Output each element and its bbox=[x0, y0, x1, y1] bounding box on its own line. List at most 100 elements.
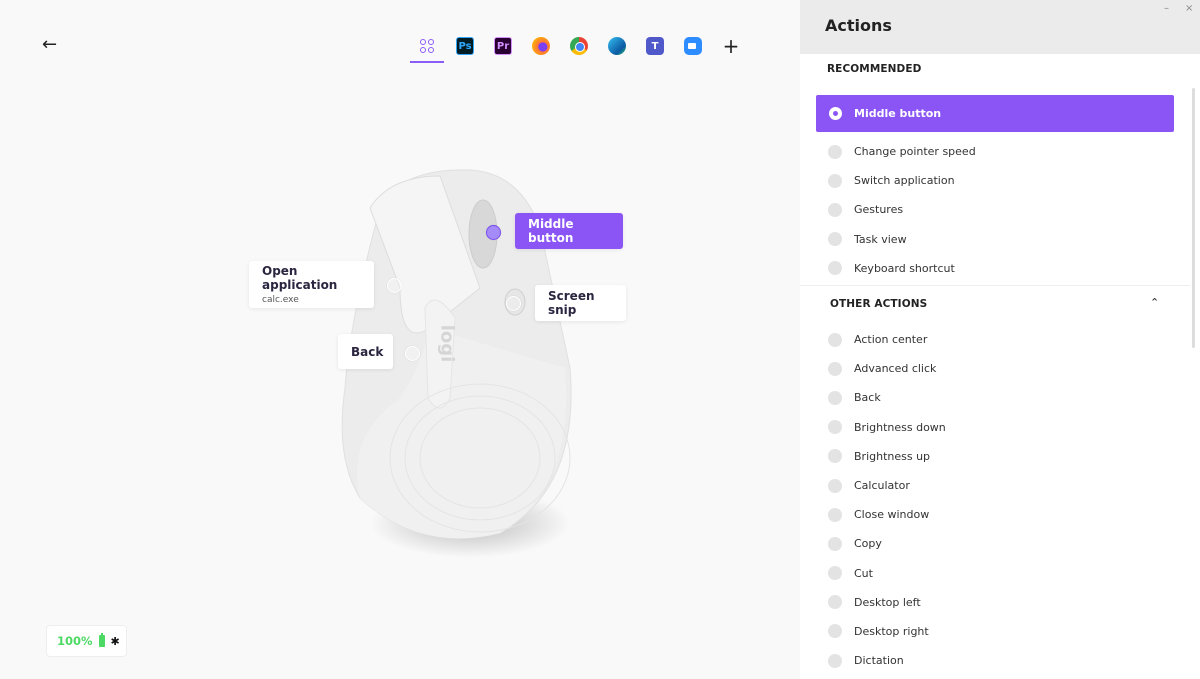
firefox-icon bbox=[532, 37, 550, 55]
battery-icon bbox=[98, 633, 105, 647]
callout-label: Back bbox=[351, 344, 384, 359]
top-button-hotspot[interactable] bbox=[506, 296, 521, 311]
actions-panel: Actions – × RECOMMENDED Middle button Ch… bbox=[800, 0, 1200, 679]
chrome-icon bbox=[570, 37, 588, 55]
action-item[interactable]: Calculator bbox=[828, 471, 1168, 500]
radio-icon bbox=[828, 420, 842, 435]
action-item[interactable]: Keyboard shortcut bbox=[828, 254, 1168, 283]
action-label: Action center bbox=[854, 333, 928, 347]
radio-icon bbox=[828, 361, 842, 376]
action-label: Task view bbox=[854, 232, 907, 246]
application-bar: Ps Pr T + bbox=[408, 30, 750, 63]
action-item[interactable]: Switch application bbox=[828, 166, 1168, 195]
action-label: Desktop left bbox=[854, 595, 921, 609]
action-label: Switch application bbox=[854, 174, 955, 188]
logi-logo: logi bbox=[436, 324, 458, 363]
action-label: Brightness up bbox=[854, 449, 931, 463]
zoom-icon bbox=[684, 37, 702, 55]
radio-icon bbox=[828, 653, 842, 668]
action-item[interactable]: Brightness down bbox=[828, 413, 1168, 442]
app-all-applications[interactable] bbox=[408, 30, 446, 63]
panel-title: Actions bbox=[825, 16, 892, 35]
action-label: Gestures bbox=[854, 203, 904, 217]
action-label: Close window bbox=[854, 508, 930, 522]
radio-icon bbox=[828, 507, 842, 522]
battery-status: 100% ✱ bbox=[46, 625, 127, 657]
action-item[interactable]: Dictation bbox=[828, 646, 1168, 675]
action-label: Advanced click bbox=[854, 362, 937, 376]
action-middle-button[interactable]: Middle button bbox=[816, 95, 1174, 132]
radio-icon bbox=[828, 144, 842, 159]
app-zoom[interactable] bbox=[674, 30, 712, 62]
app-firefox[interactable] bbox=[522, 30, 560, 62]
app-teams[interactable]: T bbox=[636, 30, 674, 62]
radio-icon bbox=[828, 261, 842, 276]
radio-icon bbox=[828, 449, 842, 464]
action-item[interactable]: Cut bbox=[828, 559, 1168, 588]
middle-button-callout[interactable]: Middle button bbox=[515, 213, 623, 249]
app-edge[interactable] bbox=[598, 30, 636, 62]
back-arrow-icon[interactable]: ← bbox=[42, 34, 57, 55]
other-actions-header: OTHER ACTIONS bbox=[830, 298, 928, 310]
back-button-hotspot[interactable] bbox=[405, 346, 420, 361]
callout-label: Open application bbox=[262, 264, 338, 292]
middle-button-hotspot[interactable] bbox=[486, 225, 501, 240]
action-item[interactable]: Task view bbox=[828, 225, 1168, 254]
callout-label: Middle button bbox=[528, 217, 574, 245]
radio-icon bbox=[828, 332, 842, 347]
other-actions-list: Action center Advanced click Back Brightnes… bbox=[828, 325, 1168, 675]
scrollbar[interactable] bbox=[1192, 88, 1195, 348]
premiere-icon: Pr bbox=[494, 37, 512, 55]
chevron-up-icon[interactable]: ⌃ bbox=[1150, 296, 1159, 309]
radio-icon bbox=[828, 173, 842, 188]
bluetooth-icon: ✱ bbox=[110, 634, 120, 648]
photoshop-icon: Ps bbox=[456, 37, 474, 55]
device-view: ← Ps Pr T + logi Middle button Open appl… bbox=[0, 0, 800, 679]
radio-icon bbox=[828, 566, 842, 581]
app-premiere[interactable]: Pr bbox=[484, 30, 522, 62]
forward-button-hotspot[interactable] bbox=[387, 278, 402, 293]
open-application-callout[interactable]: Open application calc.exe bbox=[249, 261, 374, 308]
callout-sublabel: calc.exe bbox=[262, 295, 299, 305]
action-item[interactable]: Close window bbox=[828, 500, 1168, 529]
action-item[interactable]: Desktop left bbox=[828, 588, 1168, 617]
radio-icon bbox=[828, 202, 842, 217]
action-item[interactable]: Advanced click bbox=[828, 354, 1168, 383]
edge-icon bbox=[608, 37, 626, 55]
action-label: Desktop right bbox=[854, 624, 929, 638]
battery-percent: 100% bbox=[57, 634, 93, 648]
action-item[interactable]: Back bbox=[828, 383, 1168, 412]
grid-icon bbox=[420, 39, 434, 53]
action-label: Back bbox=[854, 391, 881, 405]
close-button[interactable]: × bbox=[1185, 3, 1193, 14]
action-label: Copy bbox=[854, 537, 882, 551]
radio-icon bbox=[828, 478, 842, 493]
action-label: Cut bbox=[854, 566, 873, 580]
plus-icon: + bbox=[722, 34, 740, 58]
action-label: Keyboard shortcut bbox=[854, 261, 955, 275]
app-photoshop[interactable]: Ps bbox=[446, 30, 484, 62]
radio-icon bbox=[828, 595, 842, 610]
add-application-button[interactable]: + bbox=[712, 30, 750, 62]
action-item[interactable]: Brightness up bbox=[828, 442, 1168, 471]
action-item[interactable]: Action center bbox=[828, 325, 1168, 354]
radio-icon bbox=[828, 624, 842, 639]
action-label: Calculator bbox=[854, 479, 910, 493]
callout-label: Screen snip bbox=[548, 289, 595, 317]
teams-icon: T bbox=[646, 37, 664, 55]
panel-header: Actions – × bbox=[800, 0, 1200, 54]
action-item[interactable]: Desktop right bbox=[828, 617, 1168, 646]
radio-icon bbox=[828, 536, 842, 551]
screen-snip-callout[interactable]: Screen snip bbox=[535, 285, 626, 321]
action-label: Change pointer speed bbox=[854, 145, 976, 159]
radio-icon bbox=[828, 232, 842, 247]
minimize-button[interactable]: – bbox=[1164, 3, 1169, 14]
action-item[interactable]: Change pointer speed bbox=[828, 137, 1168, 166]
app-chrome[interactable] bbox=[560, 30, 598, 62]
back-callout[interactable]: Back bbox=[338, 334, 393, 369]
action-item[interactable]: Copy bbox=[828, 529, 1168, 558]
recommended-header: RECOMMENDED bbox=[827, 63, 922, 75]
action-item[interactable]: Gestures bbox=[828, 195, 1168, 224]
action-label: Brightness down bbox=[854, 420, 946, 434]
action-label: Dictation bbox=[854, 654, 904, 668]
